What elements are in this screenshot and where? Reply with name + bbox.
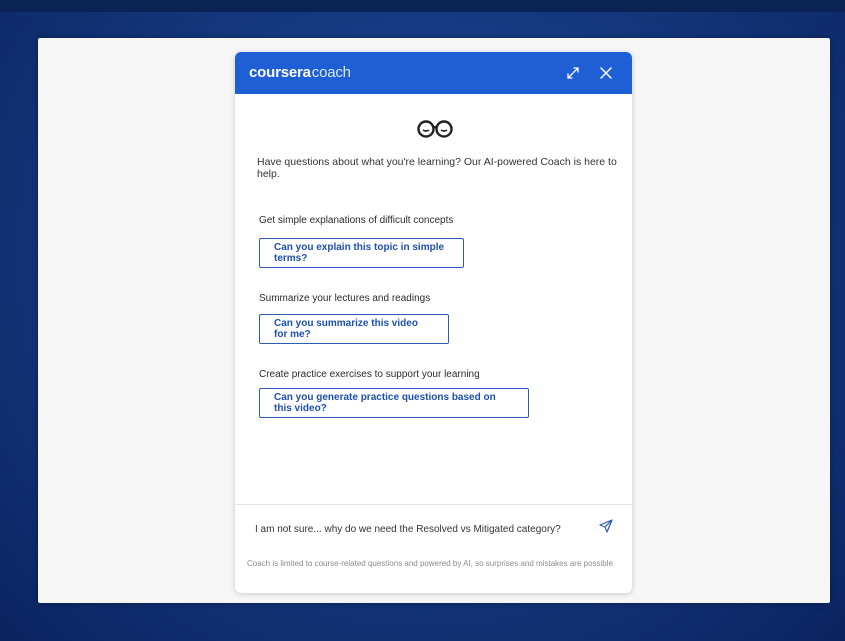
section-label-practice: Create practice exercises to support you… [259,369,480,380]
brand-name: coursera [249,64,311,81]
brand-logo: courseracoach [249,64,351,82]
disclaimer-text: Coach is limited to course-related quest… [247,559,613,568]
send-button[interactable] [598,518,618,538]
send-icon [599,519,613,533]
message-input[interactable] [253,519,587,539]
brand-product: coach [311,64,351,81]
suggestion-explain-button[interactable]: Can you explain this topic in simple ter… [259,238,464,268]
section-label-explanations: Get simple explanations of difficult con… [259,215,454,226]
panel-header: courseracoach [235,52,632,94]
message-composer [235,504,632,553]
section-label-summarize: Summarize your lectures and readings [259,293,431,304]
suggestion-summarize-button[interactable]: Can you summarize this video for me? [259,314,449,344]
intro-text: Have questions about what you're learnin… [257,156,617,180]
expand-button[interactable] [562,62,584,84]
expand-icon [567,67,579,79]
close-button[interactable] [595,62,617,84]
background-strip [0,0,845,12]
coach-glasses-icon [417,120,453,138]
coach-panel: courseracoach Have questions about what … [235,52,632,593]
close-icon [600,67,612,79]
suggestion-practice-button[interactable]: Can you generate practice questions base… [259,388,529,418]
